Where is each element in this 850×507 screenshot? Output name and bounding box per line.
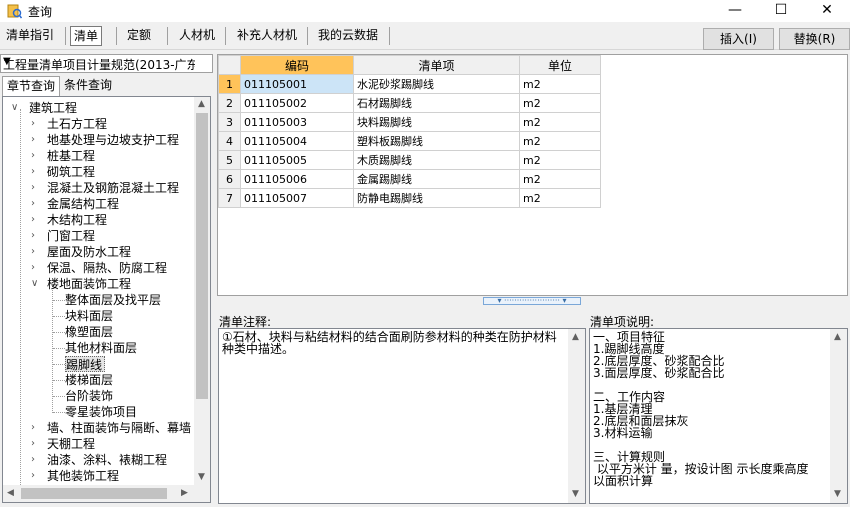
table-row[interactable]: 5 011105005 木质踢脚线 m2 (218, 150, 601, 170)
chapter-tree: ∨ 建筑工程 › 土石方工程 › 地基处理与边坡支护工程 › 桩基工程 › 砌筑工程 ›… (2, 96, 211, 503)
app-icon (7, 4, 22, 19)
splitter-handle[interactable]: ▾ ······················ ▾ (483, 297, 581, 305)
chevron-right-icon: › (31, 230, 35, 241)
chevron-right-icon: › (31, 214, 35, 225)
replace-button[interactable]: 替换(R) (779, 28, 850, 50)
chevron-right-icon: › (31, 134, 35, 145)
scroll-down-icon[interactable]: ▼ (572, 489, 579, 499)
table-row[interactable]: 6 011105006 金属踢脚线 m2 (218, 169, 601, 189)
scroll-up-icon[interactable]: ▲ (572, 332, 579, 342)
chevron-right-icon: › (31, 438, 35, 449)
chevron-down-icon: ▼ (3, 56, 11, 67)
chevron-right-icon: › (31, 454, 35, 465)
toolbar: 清单指引 清单 定额 人材机 补充人材机 我的云数据 插入(I) 替换(R) (0, 22, 850, 50)
results-grid: 编码 清单项 单位 1 011105001 水泥砂浆踢脚线 m2 2 011105002… (217, 54, 848, 296)
tree-item-section[interactable]: 块料面层 (65, 308, 113, 324)
tree-item-section[interactable]: 整体面层及找平层 (65, 292, 161, 308)
window-title: 查询 (28, 5, 53, 19)
tab-my-cloud-data[interactable]: 我的云数据 (315, 26, 381, 46)
scroll-thumb[interactable] (196, 113, 208, 399)
notes-text: ①石材、块料与粘结材料的结合面刷防参材料的种类在防护材料 种类中描述。 (222, 330, 557, 356)
scroll-down-icon[interactable]: ▼ (834, 489, 841, 499)
maximize-icon[interactable]: ☐ (758, 0, 804, 22)
scroll-thumb[interactable] (21, 488, 167, 499)
minimize-icon[interactable]: — (712, 0, 758, 22)
chevron-down-icon: ∨ (11, 102, 19, 113)
standard-select[interactable]: 工程量清单项目计量规范(2013-广东) ▼ (0, 54, 213, 73)
column-header-code[interactable]: 编码 (240, 55, 354, 75)
tree-item-section-selected[interactable]: 踢脚线 (65, 356, 105, 372)
chevron-down-icon: ∨ (31, 278, 39, 289)
tree-horizontal-scrollbar[interactable]: ◀ ▶ (3, 485, 210, 502)
description-scrollbar[interactable]: ▲ ▼ (830, 329, 847, 503)
tree-item-section[interactable]: 其他材料面层 (65, 340, 137, 356)
chevron-right-icon: › (31, 166, 35, 177)
column-header-unit[interactable]: 单位 (519, 55, 601, 75)
description-panel[interactable]: 一、项目特征 1.踢脚线高度 2.底层厚度、砂浆配合比 3.面层厚度、砂浆配合比… (589, 328, 848, 504)
tree-item-section[interactable]: 楼梯面层 (65, 372, 113, 388)
table-row[interactable]: 7 011105007 防静电踢脚线 m2 (218, 188, 601, 208)
scroll-up-icon[interactable]: ▲ (198, 99, 205, 109)
table-row[interactable]: 2 011105002 石材踢脚线 m2 (218, 93, 601, 113)
table-row[interactable]: 4 011105004 塑料板踢脚线 m2 (218, 131, 601, 151)
notes-panel[interactable]: ①石材、块料与粘结材料的结合面刷防参材料的种类在防护材料 种类中描述。 ▲ ▼ (218, 328, 586, 504)
table-row[interactable]: 1 011105001 水泥砂浆踢脚线 m2 (218, 74, 601, 94)
description-text: 一、项目特征 1.踢脚线高度 2.底层厚度、砂浆配合比 3.面层厚度、砂浆配合比… (593, 330, 809, 488)
tab-qingdan[interactable]: 清单 (70, 26, 103, 46)
chevron-right-icon: › (31, 198, 35, 209)
tab-chapter-query[interactable]: 章节查询 (2, 76, 61, 96)
scroll-down-icon[interactable]: ▼ (198, 472, 205, 482)
chevron-right-icon: › (31, 118, 35, 129)
notes-scrollbar[interactable]: ▲ ▼ (568, 329, 585, 503)
column-header-item[interactable]: 清单项 (353, 55, 520, 75)
tab-buchong-rencaiji[interactable]: 补充人材机 (234, 26, 300, 46)
chevron-right-icon: › (31, 182, 35, 193)
chevron-right-icon: › (31, 422, 35, 433)
tab-qingdan-zhiyin[interactable]: 清单指引 (3, 26, 57, 46)
tree-item-section[interactable]: 橡塑面层 (65, 324, 113, 340)
table-row[interactable]: 3 011105003 块料踢脚线 m2 (218, 112, 601, 132)
chevron-right-icon: › (31, 150, 35, 161)
tab-condition-query[interactable]: 条件查询 (60, 76, 116, 96)
title-bar: 查询 — ☐ ✕ (0, 0, 850, 22)
chevron-right-icon: › (31, 262, 35, 273)
tree-item-section[interactable]: 零星装饰项目 (65, 404, 137, 420)
chevron-right-icon: › (31, 246, 35, 257)
tab-rencaiji[interactable]: 人材机 (176, 26, 218, 46)
scroll-up-icon[interactable]: ▲ (834, 332, 841, 342)
scroll-left-icon[interactable]: ◀ (7, 488, 14, 498)
chevron-right-icon: › (31, 470, 35, 481)
close-icon[interactable]: ✕ (804, 0, 850, 22)
scroll-right-icon[interactable]: ▶ (181, 488, 188, 498)
tree-vertical-scrollbar[interactable]: ▲ ▼ (194, 97, 210, 485)
tab-dinge[interactable]: 定额 (124, 26, 154, 46)
insert-button[interactable]: 插入(I) (703, 28, 774, 50)
tree-item-section[interactable]: 台阶装饰 (65, 388, 113, 404)
